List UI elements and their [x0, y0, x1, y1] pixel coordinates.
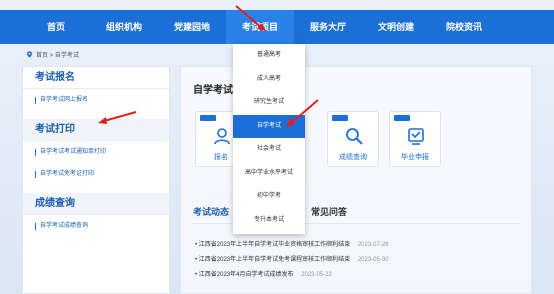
sidebar-item-label: 自学考试免考证打印 — [40, 171, 95, 177]
breadcrumb-text[interactable]: 首页 > 自学考试 — [36, 50, 79, 59]
list-bullet — [35, 170, 36, 178]
page-title: 自学考试 — [193, 85, 233, 96]
exam-projects-dropdown: 普通高考 成人高考 研究生考试 自学考试 社会考试 高中学业水平考试 初中学考 … — [233, 44, 305, 234]
sidebar-section-score: 成绩查询 — [23, 193, 169, 215]
main-nav: 首页 组织机构 党建园地 考试项目 服务大厅 文明创建 院校资讯 — [0, 10, 554, 44]
card-score-query[interactable]: 成绩查询 — [327, 111, 379, 167]
card-tag — [394, 115, 410, 121]
sidebar-section-registration: 考试报名 — [23, 67, 169, 89]
user-icon — [214, 128, 230, 145]
dropdown-item-graduate-exam[interactable]: 研究生考试 — [233, 91, 305, 115]
certificate-icon — [408, 128, 424, 145]
news-item[interactable]: • 江西省2023年上半年自学考试免考课程审核工作顺利结束 2023-05-30 — [195, 254, 389, 263]
nav-item-exam-projects[interactable]: 考试项目 — [226, 10, 294, 44]
search-icon — [346, 128, 363, 145]
news-date: 2023-05-22 — [301, 272, 332, 278]
sidebar-item-label: 自学考试成绩查询 — [40, 223, 89, 229]
sidebar-item-label: 自学考试考试通知单打印 — [40, 149, 107, 155]
card-tag — [200, 115, 216, 121]
news-date: 2023-07-28 — [357, 242, 389, 248]
sidebar-item-notice-print[interactable]: 自学考试考试通知单打印 — [23, 141, 169, 163]
dropdown-item-adult-exam[interactable]: 成人高考 — [233, 68, 305, 92]
list-bullet — [35, 96, 36, 104]
sidebar-item-score-query[interactable]: 自学考试成绩查询 — [23, 215, 169, 237]
tab-faq[interactable]: 常见问答 — [311, 205, 347, 218]
nav-item-civilization[interactable]: 文明创建 — [362, 10, 430, 44]
tab-exam-news[interactable]: 考试动态 — [193, 205, 229, 218]
breadcrumb: 首页 > 自学考试 — [26, 50, 79, 59]
news-item[interactable]: • 江西省2023年4月自学考试成绩发布 2023-05-22 — [195, 269, 332, 278]
sidebar-section-print: 考试打印 — [23, 119, 169, 141]
sidebar-item-label: 自学考试网上报名 — [40, 97, 89, 103]
news-bullet: • — [195, 242, 198, 248]
card-label: 成绩查询 — [339, 154, 367, 161]
news-bullet: • — [195, 272, 198, 278]
location-pin-icon — [27, 51, 32, 58]
sidebar: 考试报名 自学考试网上报名 考试打印 自学考试考试通知单打印 自学考试免考证打印… — [22, 66, 170, 294]
sidebar-item-online-registration[interactable]: 自学考试网上报名 — [23, 89, 169, 111]
dropdown-item-upgrade-exam[interactable]: 专升本考试 — [233, 209, 305, 233]
news-date: 2023-05-30 — [357, 257, 389, 263]
list-bullet — [35, 148, 36, 156]
news-bullet: • — [195, 257, 198, 263]
news-title: 江西省2023年上半年自学考试免考课程审核工作顺利结束 — [198, 257, 351, 263]
dropdown-item-gaokao[interactable]: 普通高考 — [233, 44, 305, 68]
dropdown-item-self-study-exam[interactable]: 自学考试 — [233, 114, 305, 138]
dropdown-item-middle-school-exam[interactable]: 初中学考 — [233, 185, 305, 209]
card-tag — [332, 115, 348, 121]
news-item[interactable]: • 江西省2023年上半年自学考试毕业资格审核工作顺利结束 2023-07-28 — [195, 239, 389, 248]
dropdown-item-high-school-exam[interactable]: 高中学业水平考试 — [233, 162, 305, 186]
nav-item-home[interactable]: 首页 — [22, 10, 90, 44]
nav-item-service-hall[interactable]: 服务大厅 — [294, 10, 362, 44]
card-graduation[interactable]: 毕业申报 — [389, 111, 441, 167]
nav-item-organization[interactable]: 组织机构 — [90, 10, 158, 44]
nav-item-party-building[interactable]: 党建园地 — [158, 10, 226, 44]
news-title: 江西省2023年4月自学考试成绩发布 — [198, 272, 294, 278]
dropdown-item-social-exam[interactable]: 社会考试 — [233, 138, 305, 162]
sidebar-item-exemption-print[interactable]: 自学考试免考证打印 — [23, 163, 169, 185]
list-bullet — [35, 222, 36, 230]
news-title: 江西省2023年上半年自学考试毕业资格审核工作顺利结束 — [198, 242, 351, 248]
card-label: 毕业申报 — [401, 154, 429, 161]
nav-item-school-news[interactable]: 院校资讯 — [430, 10, 498, 44]
